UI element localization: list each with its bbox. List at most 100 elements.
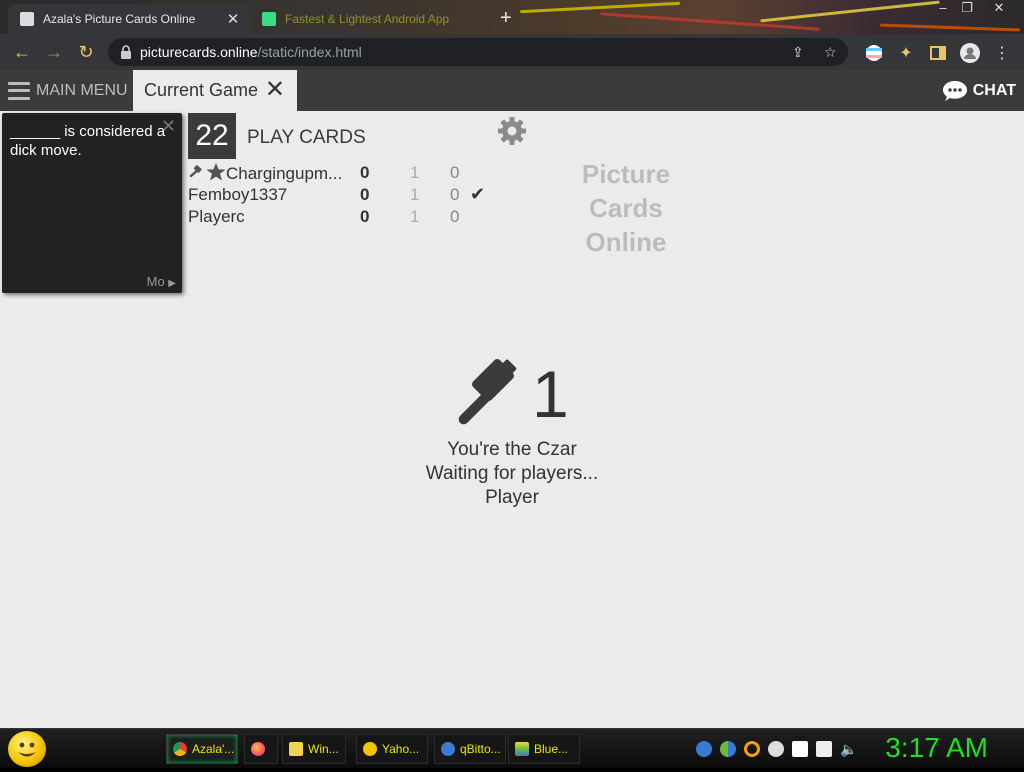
player-name: Chargingupm... (188, 163, 342, 184)
start-smiley-icon[interactable] (8, 731, 46, 767)
chat-bubble-icon (942, 80, 967, 101)
player-row: Chargingupm... 0 1 0 (188, 163, 498, 185)
smiley-icon (363, 742, 377, 756)
czar-count: 1 (532, 357, 569, 431)
tray-status-icon[interactable] (768, 741, 784, 757)
main-menu-button[interactable]: MAIN MENU (0, 70, 132, 111)
taskbar-label: qBitto... (460, 742, 501, 756)
bluestacks-icon (515, 742, 529, 756)
chat-label: CHAT (972, 81, 1016, 99)
play-cards-label: PLAY CARDS (247, 127, 366, 148)
taskbar-explorer[interactable]: Win... (282, 734, 346, 764)
side-panel-icon[interactable] (928, 43, 948, 63)
game-area: ______ is considered a dick move. ✕ Mo ▶… (0, 111, 1024, 728)
player-name: Femboy1337 (188, 185, 288, 204)
star-icon (206, 163, 226, 181)
black-card[interactable]: ______ is considered a dick move. ✕ Mo ▶ (2, 113, 182, 293)
tray-qbittorrent-icon[interactable] (696, 741, 712, 757)
more-label: Mo (146, 274, 165, 289)
tab-title: Fastest & Lightest Android App (285, 12, 450, 26)
chat-button[interactable]: CHAT (942, 70, 1016, 111)
taskbar-label: Win... (308, 742, 339, 756)
wallpaper-decoration (879, 23, 1021, 32)
hamburger-icon (8, 81, 30, 100)
main-menu-label: MAIN MENU (36, 81, 128, 99)
close-window-icon[interactable]: ✕ (988, 0, 1010, 18)
reload-icon[interactable]: ↻ (70, 36, 102, 68)
taskbar-label: Blue... (534, 742, 569, 756)
extensions-puzzle-icon[interactable]: ✦ (896, 43, 916, 63)
logo-line: Picture (581, 159, 671, 189)
browser-tab-active[interactable]: Azala's Picture Cards Online ✕ (8, 4, 250, 34)
settings-gear-icon[interactable] (496, 115, 528, 147)
browser-tab-inactive[interactable]: Fastest & Lightest Android App (252, 4, 492, 34)
czar-status-text: You're the Czar (447, 439, 577, 460)
minimize-icon[interactable]: – (932, 0, 954, 18)
player-name: Playerc (188, 207, 245, 226)
player-score: 0 (360, 207, 370, 226)
extension-flag-icon[interactable] (864, 43, 884, 63)
player-stat: 1 (410, 185, 420, 204)
taskbar-bluestacks[interactable]: Blue... (508, 734, 580, 764)
taskbar-label: Yaho... (382, 742, 420, 756)
wallpaper-decoration (760, 0, 940, 23)
tray-display-icon[interactable] (816, 741, 832, 757)
player-name-text: Chargingupm... (226, 164, 343, 183)
android-favicon-icon (262, 12, 276, 26)
maximize-icon[interactable]: ❐ (956, 0, 978, 18)
player-score: 0 (360, 185, 370, 204)
qbittorrent-icon (441, 742, 455, 756)
player-row: Playerc 0 1 0 (188, 207, 498, 229)
url-host: picturecards.online (140, 44, 258, 60)
wallpaper-decoration (600, 12, 820, 31)
app-header: MAIN MENU Current Game ✕ CHAT (0, 70, 1024, 111)
black-card-text: ______ is considered a dick move. (10, 123, 166, 159)
player-stat: 1 (410, 163, 420, 182)
player-stat: 1 (410, 207, 420, 226)
tab-current-game[interactable]: Current Game ✕ (133, 70, 297, 111)
taskbar-yahoo[interactable]: Yaho... (356, 734, 428, 764)
taskbar-chrome[interactable]: Azala'... (166, 734, 238, 764)
bookmark-star-icon[interactable]: ☆ (824, 44, 837, 61)
close-game-tab-icon[interactable]: ✕ (265, 78, 285, 102)
caret-right-icon: ▶ (168, 278, 176, 289)
address-bar[interactable]: picturecards.online/static/index.html ⇪ … (108, 38, 848, 66)
forward-arrow-icon[interactable]: → (38, 36, 70, 68)
browser-tab-strip: Azala's Picture Cards Online ✕ Fastest &… (0, 0, 1024, 34)
player-stat: 0 (450, 207, 460, 226)
pending-player-text: Player (485, 487, 539, 508)
taskbar-clock[interactable]: 3:17 AM (885, 732, 988, 764)
new-tab-icon[interactable]: + (500, 7, 512, 30)
current-game-label: Current Game (144, 80, 259, 100)
taskbar-qbittorrent[interactable]: qBitto... (434, 734, 506, 764)
tray-volume-icon[interactable]: 🔈 (840, 741, 857, 757)
gavel-small-icon (189, 165, 202, 178)
tray-flag-icon[interactable] (792, 741, 808, 757)
site-favicon-icon (20, 12, 34, 26)
taskbar-firefox[interactable] (244, 734, 278, 764)
close-tab-icon[interactable]: ✕ (224, 10, 242, 28)
lock-icon (121, 45, 131, 59)
round-counter: 22 (188, 113, 236, 159)
player-stat: 0 (450, 185, 460, 204)
firefox-icon (251, 742, 265, 756)
back-arrow-icon[interactable]: ← (6, 36, 38, 68)
tray-search-icon[interactable] (744, 741, 760, 757)
tab-title: Azala's Picture Cards Online (43, 12, 196, 26)
site-logo: Picture Cards Online (580, 157, 672, 259)
browser-menu-icon[interactable]: ⋮ (992, 43, 1012, 63)
close-card-icon[interactable]: ✕ (161, 116, 176, 137)
played-check-icon: ✔ (470, 184, 486, 204)
card-more-link[interactable]: Mo ▶ (147, 274, 176, 289)
wallpaper-decoration (520, 1, 680, 14)
browser-toolbar: ← → ↻ picturecards.online/static/index.h… (0, 34, 1024, 70)
url-path: /static/index.html (257, 44, 362, 60)
share-icon[interactable]: ⇪ (792, 44, 804, 61)
taskbar-label: Azala'... (192, 742, 235, 756)
waiting-status-text: Waiting for players... (425, 463, 599, 484)
player-score: 0 (360, 163, 370, 182)
os-taskbar: Azala'... Win... Yaho... qBitto... Blue.… (0, 728, 1024, 768)
tray-network-icon[interactable] (720, 741, 736, 757)
logo-line: Online (585, 227, 667, 257)
profile-avatar-icon[interactable] (960, 43, 980, 63)
